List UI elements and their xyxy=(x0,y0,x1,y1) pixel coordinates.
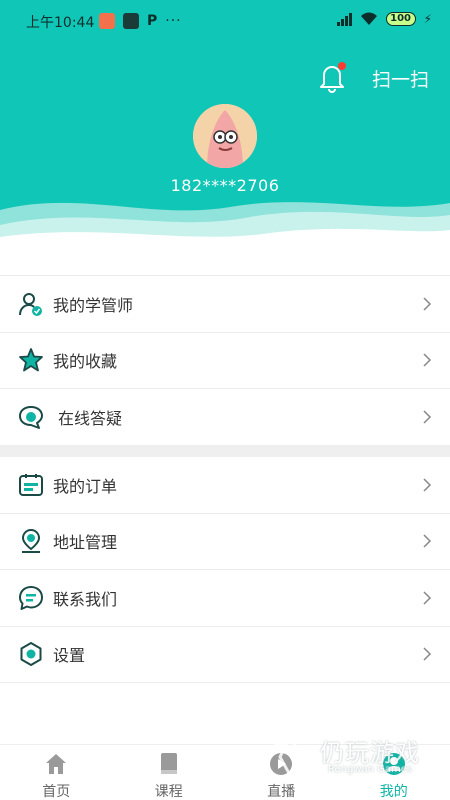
person-check-icon xyxy=(19,292,42,316)
menu-item-contact[interactable]: 联系我们 xyxy=(0,570,450,627)
menu-label: 联系我们 xyxy=(53,589,118,609)
scan-button[interactable]: 扫一扫 xyxy=(372,65,429,92)
menu-item-settings[interactable]: 设置 xyxy=(0,627,450,683)
chevron-right-icon xyxy=(423,297,432,311)
watermark-subtitle: Rengwan Games xyxy=(328,764,413,775)
menu-label: 设置 xyxy=(53,646,86,666)
location-pin-icon xyxy=(21,529,41,554)
star-icon xyxy=(19,348,43,372)
menu-label: 地址管理 xyxy=(53,533,118,553)
profile-page: 上午10:44 P ··· 100 ⚡ 扫一扫 182****2706 我的学管… xyxy=(0,0,450,800)
notification-app-icon xyxy=(99,13,115,29)
header-wave xyxy=(0,202,450,255)
menu-item-address[interactable]: 地址管理 xyxy=(0,514,450,570)
notification-p-icon: P xyxy=(147,13,158,29)
menu-item-favorites[interactable]: 我的收藏 xyxy=(0,333,450,389)
avatar[interactable] xyxy=(193,104,257,168)
wifi-icon xyxy=(360,12,377,25)
tab-label: 首页 xyxy=(42,784,71,800)
more-notifications-icon: ··· xyxy=(165,13,182,29)
tab-courses[interactable]: 课程 xyxy=(113,745,226,800)
calendar-list-icon xyxy=(19,473,43,496)
menu-label: 我的收藏 xyxy=(53,352,118,372)
message-icon xyxy=(19,585,43,610)
status-notification-icons: P ··· xyxy=(99,12,182,30)
status-bar: 上午10:44 P ··· 100 ⚡ xyxy=(0,0,450,40)
profile-header: 上午10:44 P ··· 100 ⚡ 扫一扫 182****2706 xyxy=(0,0,450,255)
status-time: 上午10:44 xyxy=(26,15,95,31)
watermark-title: 仍玩游戏 xyxy=(320,739,420,767)
tab-label: 课程 xyxy=(154,784,183,800)
chevron-right-icon xyxy=(423,647,432,661)
menu-label: 在线答疑 xyxy=(58,408,123,428)
menu-group-1: 我的学管师 我的收藏 在线答疑 xyxy=(0,276,450,446)
tab-label: 直播 xyxy=(267,784,296,800)
gear-icon xyxy=(20,642,42,667)
menu-item-online-qa[interactable]: 在线答疑 xyxy=(0,389,450,446)
chat-bubble-icon xyxy=(19,405,43,429)
tab-home[interactable]: 首页 xyxy=(0,745,113,800)
menu-label: 我的学管师 xyxy=(53,295,134,315)
chevron-right-icon xyxy=(423,478,432,492)
book-icon xyxy=(160,753,177,774)
section-separator xyxy=(0,445,450,457)
watermark: 仍玩游戏 Rengwan Games xyxy=(268,733,438,781)
bell-icon[interactable] xyxy=(315,60,349,94)
home-icon xyxy=(46,754,67,774)
chevron-right-icon xyxy=(423,410,432,424)
battery-icon: 100 xyxy=(385,12,416,26)
watermark-logo-icon xyxy=(269,735,305,777)
notification-android-icon xyxy=(123,13,139,29)
chevron-right-icon xyxy=(423,534,432,548)
tab-label: 我的 xyxy=(379,784,408,800)
menu-item-orders[interactable]: 我的订单 xyxy=(0,457,450,514)
patrick-avatar-icon xyxy=(193,104,257,168)
status-system-icons: 100 ⚡ xyxy=(336,12,432,26)
menu-group-2: 我的订单 地址管理 联系我们 设置 xyxy=(0,457,450,683)
charging-icon: ⚡ xyxy=(423,12,432,26)
menu-item-study-advisor[interactable]: 我的学管师 xyxy=(0,276,450,333)
notification-dot xyxy=(338,62,346,70)
chevron-right-icon xyxy=(423,353,432,367)
menu-label: 我的订单 xyxy=(53,476,118,496)
signal-icon xyxy=(336,12,352,26)
chevron-right-icon xyxy=(423,591,432,605)
